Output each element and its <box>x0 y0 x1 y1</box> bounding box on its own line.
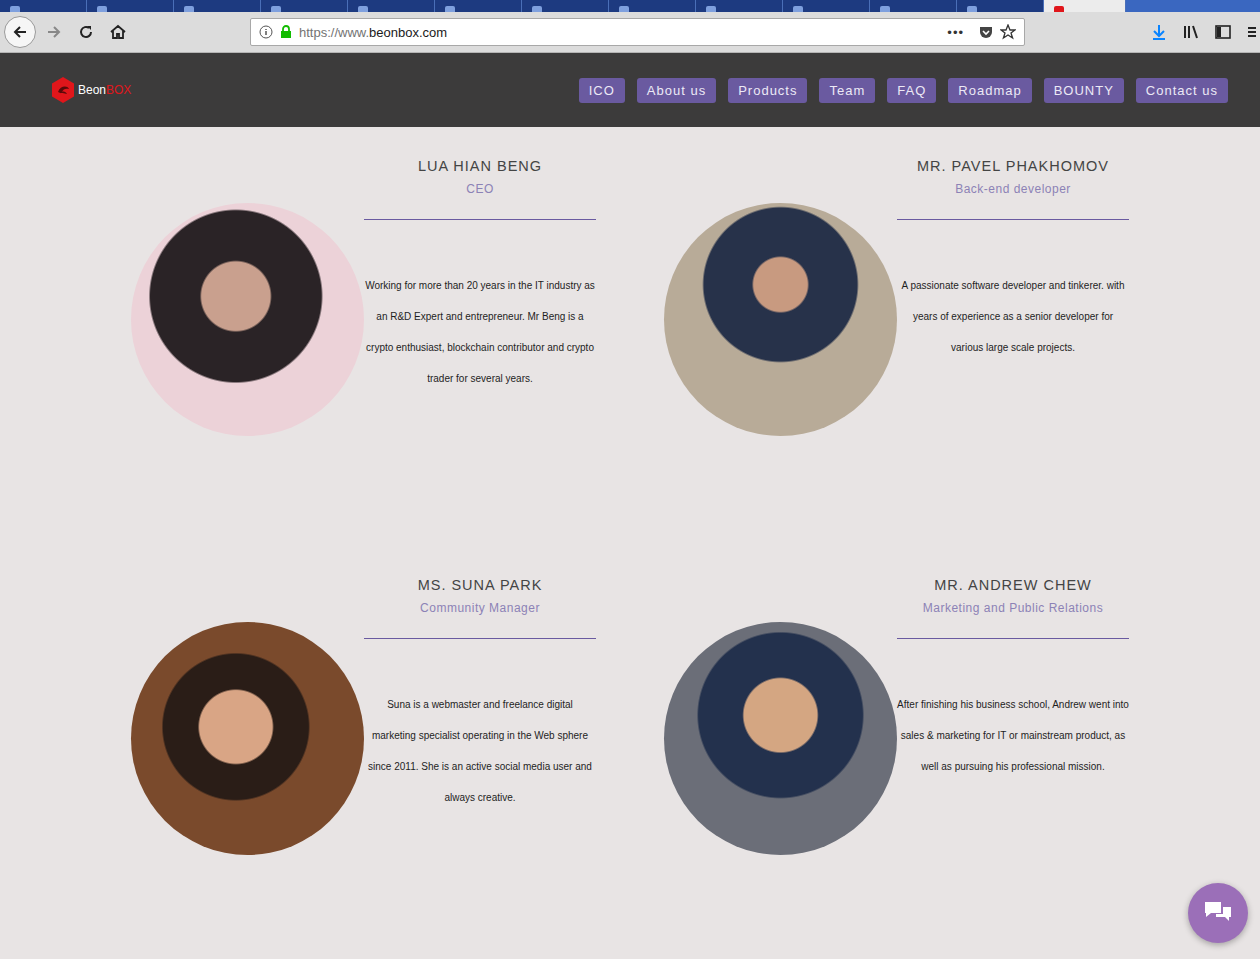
browser-tab[interactable] <box>957 0 1044 12</box>
home-icon <box>109 23 127 41</box>
divider <box>897 219 1129 220</box>
favicon-icon <box>880 6 890 12</box>
library-icon[interactable] <box>1182 23 1200 41</box>
chat-bubbles-icon <box>1202 899 1234 927</box>
page-actions-button[interactable]: ••• <box>947 25 964 40</box>
chat-button[interactable] <box>1188 883 1248 943</box>
star-icon[interactable] <box>1000 24 1016 40</box>
favicon-icon <box>271 6 281 12</box>
divider <box>364 638 596 639</box>
favicon-icon <box>619 6 629 12</box>
main-nav: ICO About us Products Team FAQ Roadmap BOUNTY C… <box>579 78 1228 103</box>
forward-arrow-icon <box>45 23 63 41</box>
team-section: LUA HIAN BENG CEO Working for more than … <box>0 127 1260 855</box>
favicon-icon <box>967 6 977 12</box>
favicon-icon <box>358 6 368 12</box>
tab-strip <box>0 0 1260 12</box>
team-member-card: MR. ANDREW CHEW Marketing and Public Rel… <box>664 576 1129 855</box>
team-member-card: LUA HIAN BENG CEO Working for more than … <box>131 157 596 436</box>
browser-tab[interactable] <box>609 0 696 12</box>
nav-button[interactable]: FAQ <box>887 78 936 103</box>
team-member-card: MR. PAVEL PHAKHOMOV Back-end developer A… <box>664 157 1129 436</box>
logo[interactable]: BeonBOX <box>50 76 131 104</box>
member-photo <box>131 203 364 436</box>
favicon-icon <box>184 6 194 12</box>
browser-toolbar: https://www.beonbox.com ••• <box>0 12 1260 53</box>
url-text: https://www.beonbox.com <box>299 25 941 40</box>
member-role: CEO <box>364 181 596 197</box>
divider <box>364 219 596 220</box>
pocket-icon[interactable] <box>978 24 994 40</box>
browser-tab[interactable] <box>87 0 174 12</box>
browser-tab[interactable] <box>870 0 957 12</box>
browser-tab[interactable] <box>783 0 870 12</box>
member-photo <box>664 203 897 436</box>
member-name: LUA HIAN BENG <box>364 157 596 175</box>
member-role: Back-end developer <box>897 181 1129 197</box>
member-photo <box>131 622 364 855</box>
member-bio: Working for more than 20 years in the IT… <box>364 270 596 394</box>
browser-window: https://www.beonbox.com ••• BeonBOX ICO A… <box>0 0 1260 959</box>
favicon-icon <box>532 6 542 12</box>
back-button[interactable] <box>4 16 36 48</box>
overflow-icon[interactable] <box>1246 23 1256 41</box>
download-icon[interactable] <box>1150 23 1168 41</box>
nav-button[interactable]: Roadmap <box>948 78 1031 103</box>
favicon-icon <box>706 6 716 12</box>
home-button[interactable] <box>104 18 132 46</box>
nav-button[interactable]: Team <box>819 78 875 103</box>
info-icon <box>259 25 273 39</box>
browser-tab[interactable] <box>174 0 261 12</box>
reload-icon <box>77 23 95 41</box>
member-name: MR. ANDREW CHEW <box>897 576 1129 594</box>
back-arrow-icon <box>11 23 29 41</box>
browser-tab[interactable] <box>522 0 609 12</box>
favicon-icon <box>97 6 107 12</box>
member-name: MR. PAVEL PHAKHOMOV <box>897 157 1129 175</box>
favicon-icon <box>1054 6 1064 12</box>
site-header: BeonBOX ICO About us Products Team FAQ Roadma… <box>0 53 1260 127</box>
sidebar-icon[interactable] <box>1214 23 1232 41</box>
member-role: Marketing and Public Relations <box>897 600 1129 616</box>
member-bio: A passionate software developer and tink… <box>897 270 1129 363</box>
member-bio: Suna is a webmaster and freelance digita… <box>364 689 596 813</box>
nav-button[interactable]: ICO <box>579 78 625 103</box>
member-name: MS. SUNA PARK <box>364 576 596 594</box>
forward-button[interactable] <box>40 18 68 46</box>
member-role: Community Manager <box>364 600 596 616</box>
browser-tab[interactable] <box>1044 0 1126 12</box>
favicon-icon <box>793 6 803 12</box>
browser-tab[interactable] <box>435 0 522 12</box>
nav-button[interactable]: Products <box>728 78 807 103</box>
lock-icon <box>279 25 293 39</box>
member-photo <box>664 622 897 855</box>
browser-tab[interactable] <box>348 0 435 12</box>
favicon-icon <box>10 6 20 12</box>
member-bio: After finishing his business school, And… <box>897 689 1129 782</box>
nav-button[interactable]: BOUNTY <box>1044 78 1124 103</box>
nav-button[interactable]: About us <box>637 78 716 103</box>
browser-tab[interactable] <box>0 0 87 12</box>
divider <box>897 638 1129 639</box>
nav-button[interactable]: Contact us <box>1136 78 1228 103</box>
team-member-card: MS. SUNA PARK Community Manager Suna is … <box>131 576 596 855</box>
browser-tab[interactable] <box>696 0 783 12</box>
reload-button[interactable] <box>72 18 100 46</box>
url-field[interactable]: https://www.beonbox.com ••• <box>250 18 1025 46</box>
dragon-hexagon-icon <box>50 76 76 104</box>
browser-tab[interactable] <box>261 0 348 12</box>
favicon-icon <box>445 6 455 12</box>
